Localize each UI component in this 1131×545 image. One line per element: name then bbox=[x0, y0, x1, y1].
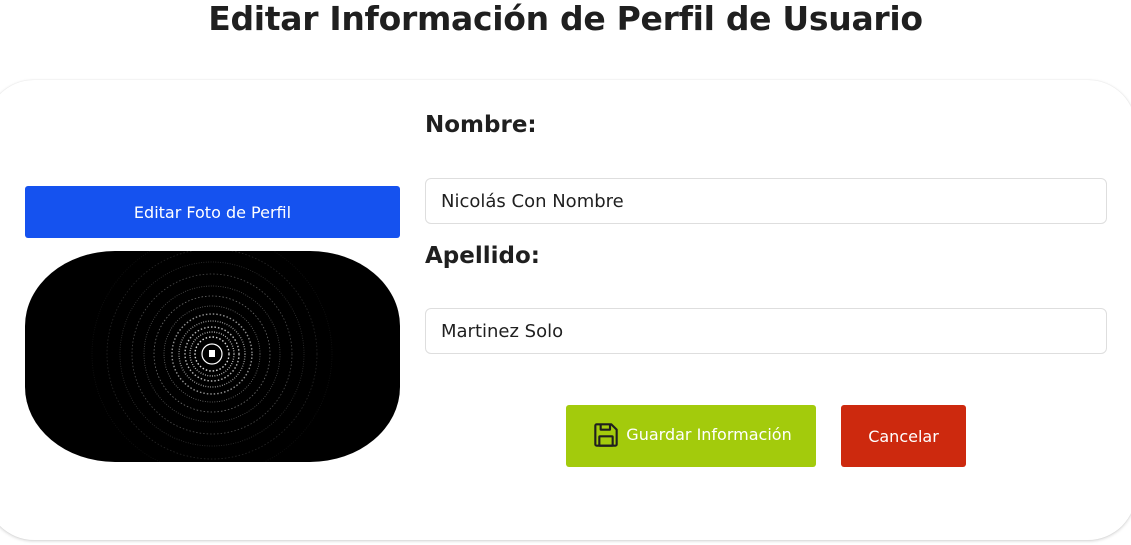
floppy-disk-icon bbox=[590, 419, 622, 451]
page-title: Editar Información de Perfil de Usuario bbox=[208, 0, 923, 38]
profile-photo bbox=[25, 251, 400, 462]
last-name-input[interactable] bbox=[425, 308, 1107, 354]
first-name-label: Nombre: bbox=[425, 112, 537, 138]
save-button[interactable]: Guardar Información bbox=[566, 405, 816, 467]
last-name-label: Apellido: bbox=[425, 243, 540, 269]
mandala-profile-image bbox=[91, 251, 333, 462]
cancel-button[interactable]: Cancelar bbox=[841, 405, 966, 467]
first-name-input[interactable] bbox=[425, 178, 1107, 224]
edit-photo-button[interactable]: Editar Foto de Perfil bbox=[25, 186, 400, 238]
save-button-label: Guardar Información bbox=[626, 425, 792, 444]
